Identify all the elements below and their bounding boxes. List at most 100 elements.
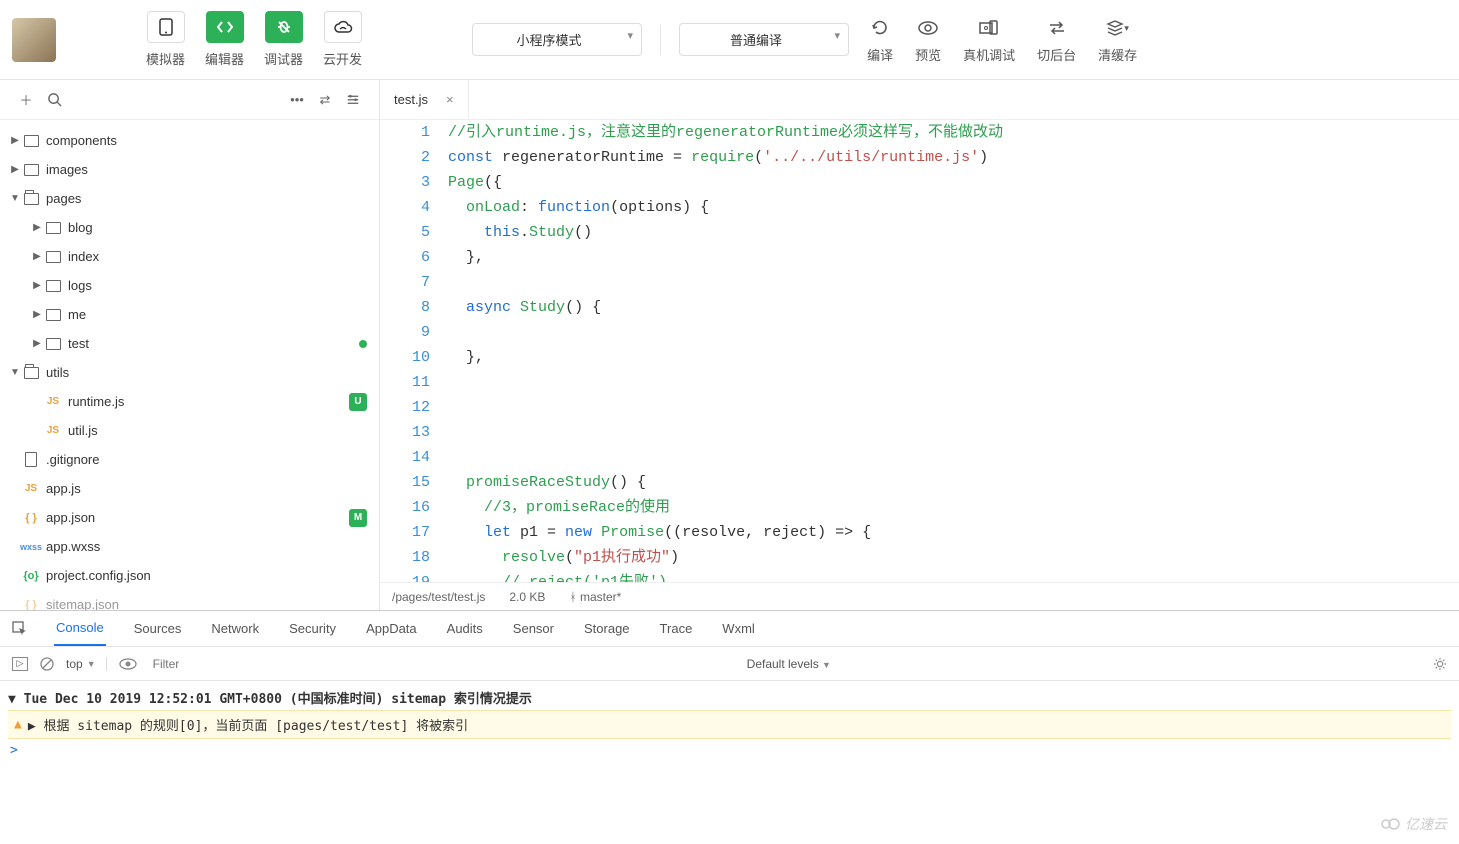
twisty-icon: ▶ xyxy=(8,135,22,146)
eye-icon xyxy=(918,15,938,41)
file-.gitignore[interactable]: .gitignore xyxy=(0,445,379,474)
devtools-tab-security[interactable]: Security xyxy=(287,611,338,646)
file-app.wxss[interactable]: wxss app.wxss xyxy=(0,532,379,561)
item-label: app.wxss xyxy=(46,539,100,554)
folder-logs[interactable]: ▶logs xyxy=(0,271,379,300)
folder-blog[interactable]: ▶blog xyxy=(0,213,379,242)
item-label: components xyxy=(46,133,117,148)
more-button[interactable]: ••• xyxy=(283,86,311,114)
item-label: app.json xyxy=(46,510,95,525)
item-label: test xyxy=(68,336,89,351)
file-runtime.js[interactable]: JSruntime.jsU xyxy=(0,387,379,416)
editor-status-bar: /pages/test/test.js 2.0 KB ᚼ master* xyxy=(380,582,1459,610)
settings-icon[interactable] xyxy=(1433,657,1447,671)
json-icon: { } xyxy=(22,509,40,527)
folder-icon xyxy=(44,277,62,295)
settings-button[interactable] xyxy=(339,86,367,114)
compile-select[interactable]: 普通编译 xyxy=(679,23,849,56)
warning-icon: ▲ xyxy=(14,717,22,732)
collapse-button[interactable]: ⇄ xyxy=(311,86,339,114)
mode-select[interactable]: 小程序模式 xyxy=(472,23,642,56)
file-app.js[interactable]: JSapp.js xyxy=(0,474,379,503)
twisty-icon: ▶ xyxy=(30,309,44,320)
file-app.json[interactable]: { }app.jsonM xyxy=(0,503,379,532)
play-icon[interactable]: ▷ xyxy=(12,657,28,671)
编辑器-button[interactable]: 编辑器 xyxy=(205,11,244,68)
console-output: ▼ Tue Dec 10 2019 12:52:01 GMT+0800 (中国标… xyxy=(0,681,1459,766)
twisty-icon: ▶ xyxy=(8,164,22,175)
cloud-icon xyxy=(324,11,362,43)
code-icon xyxy=(206,11,244,43)
devtools-tab-storage[interactable]: Storage xyxy=(582,611,632,646)
inspect-icon[interactable] xyxy=(12,621,28,637)
json-icon: { } xyxy=(22,596,40,611)
git-branch[interactable]: ᚼ master* xyxy=(569,590,621,604)
folder-pages[interactable]: ▼ pages xyxy=(0,184,379,213)
code-content[interactable]: //引入runtime.js，注意这里的regeneratorRuntime必须… xyxy=(448,120,1459,582)
devtools-tab-appdata[interactable]: AppData xyxy=(364,611,419,646)
devtools-tab-network[interactable]: Network xyxy=(209,611,261,646)
file-project.config.json[interactable]: {o}project.config.json xyxy=(0,561,379,590)
folder-icon xyxy=(44,335,62,353)
folder-utils[interactable]: ▼utils xyxy=(0,358,379,387)
devtools-tab-sources[interactable]: Sources xyxy=(132,611,184,646)
folder-icon xyxy=(22,132,40,150)
清缓存-button[interactable]: ▾清缓存 xyxy=(1098,15,1137,64)
file-util.js[interactable]: JSutil.js xyxy=(0,416,379,445)
live-icon[interactable] xyxy=(119,658,137,670)
twisty-icon: ▼ xyxy=(8,193,22,204)
console-log-line[interactable]: ▼ Tue Dec 10 2019 12:52:01 GMT+0800 (中国标… xyxy=(8,685,1451,710)
devtools-panel: Console Sources Network Security AppData Audi… xyxy=(0,610,1459,766)
item-label: sitemap.json xyxy=(46,597,119,610)
twisty-icon: ▶ xyxy=(30,222,44,233)
folder-me[interactable]: ▶ me xyxy=(0,300,379,329)
devtools-tab-wxml[interactable]: Wxml xyxy=(720,611,757,646)
bug-icon xyxy=(265,11,303,43)
console-warning-line[interactable]: ▲ ▶ 根据 sitemap 的规则[0]，当前页面 [pages/test/t… xyxy=(8,710,1451,739)
divider xyxy=(660,25,661,55)
watermark: 亿速云 xyxy=(1381,814,1447,834)
swap-icon xyxy=(1048,15,1066,41)
file-sitemap.json[interactable]: { } sitemap.json xyxy=(0,590,379,610)
device-icon xyxy=(979,15,999,41)
file-path: /pages/test/test.js xyxy=(392,590,485,604)
item-label: images xyxy=(46,162,88,177)
levels-select[interactable]: Default levels ▼ xyxy=(747,657,831,671)
context-select[interactable]: top ▼ xyxy=(66,657,107,671)
folder-test[interactable]: ▶test xyxy=(0,329,379,358)
云开发-button[interactable]: 云开发 xyxy=(323,11,362,68)
模拟器-button[interactable]: 模拟器 xyxy=(146,11,185,68)
item-label: pages xyxy=(46,191,81,206)
folder-icon xyxy=(44,248,62,266)
item-label: me xyxy=(68,307,86,322)
add-file-button[interactable]: ＋ xyxy=(12,86,40,114)
devtools-tab-console[interactable]: Console xyxy=(54,611,106,646)
refresh-icon xyxy=(871,15,889,41)
folder-index[interactable]: ▶index xyxy=(0,242,379,271)
编译-button[interactable]: 编译 xyxy=(867,15,893,64)
wxss-icon: wxss xyxy=(22,538,40,556)
code-editor: test.js × 12345678910111213141516171819 … xyxy=(380,80,1459,610)
search-button[interactable] xyxy=(40,86,68,114)
twisty-icon: ▶ xyxy=(30,280,44,291)
close-tab-icon[interactable]: × xyxy=(446,92,454,107)
avatar[interactable] xyxy=(12,18,56,62)
devtools-tab-sensor[interactable]: Sensor xyxy=(511,611,556,646)
切后台-button[interactable]: 切后台 xyxy=(1037,15,1076,64)
devtools-tab-audits[interactable]: Audits xyxy=(445,611,485,646)
folder-icon xyxy=(22,364,40,382)
真机调试-button[interactable]: 真机调试 xyxy=(963,15,1015,64)
clear-icon[interactable] xyxy=(40,657,54,671)
folder-components[interactable]: ▶ components xyxy=(0,126,379,155)
item-label: index xyxy=(68,249,99,264)
filter-input[interactable] xyxy=(149,653,735,675)
folder-images[interactable]: ▶ images xyxy=(0,155,379,184)
explorer-toolbar: ＋ ••• ⇄ xyxy=(0,80,379,120)
editor-tab[interactable]: test.js × xyxy=(380,80,469,119)
top-toolbar: 模拟器编辑器调试器云开发 小程序模式 普通编译 编译预览真机调试切后台 ▾清缓存 xyxy=(0,0,1459,80)
devtools-tab-trace[interactable]: Trace xyxy=(658,611,695,646)
调试器-button[interactable]: 调试器 xyxy=(264,11,303,68)
预览-button[interactable]: 预览 xyxy=(915,15,941,64)
console-prompt[interactable]: > xyxy=(8,739,1451,762)
item-label: project.config.json xyxy=(46,568,151,583)
